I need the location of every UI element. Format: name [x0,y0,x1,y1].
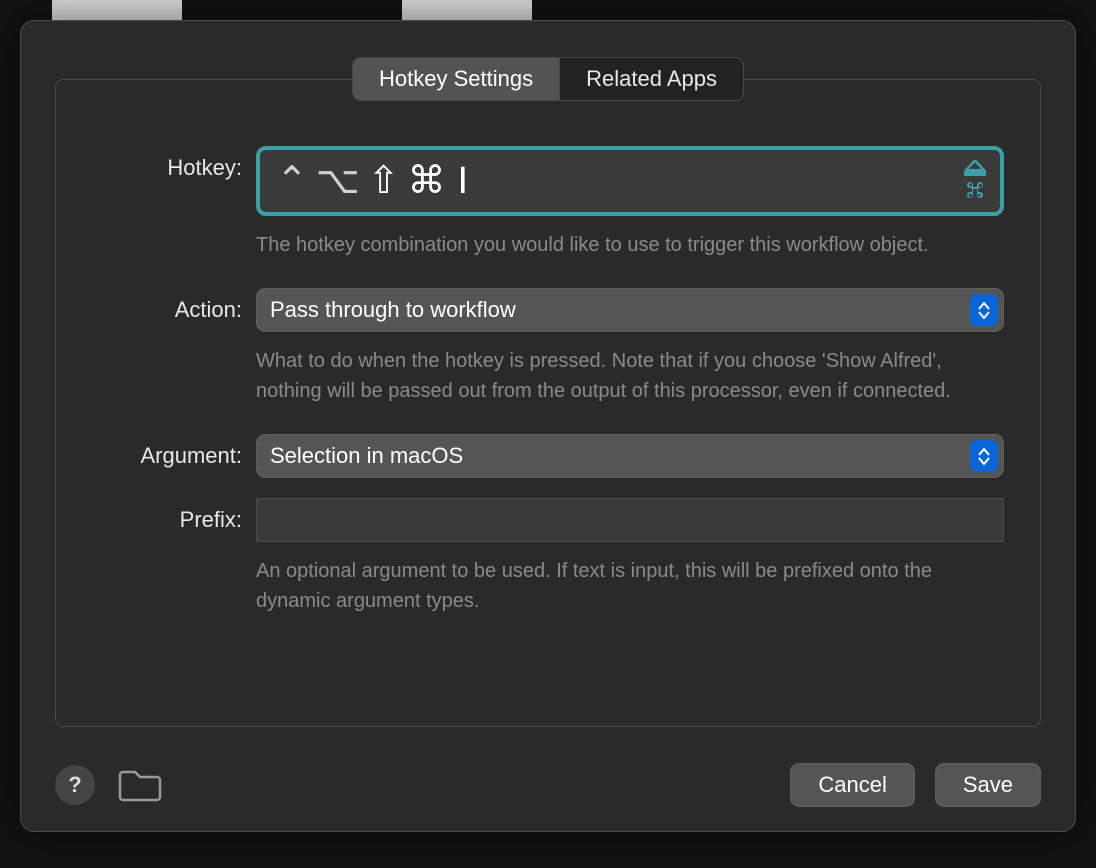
help-icon: ? [68,772,81,798]
action-label: Action: [92,288,256,332]
argument-select[interactable]: Selection in macOS [256,434,1004,478]
tab-related-apps[interactable]: Related Apps [559,58,743,100]
action-help-text: What to do when the hotkey is pressed. N… [256,346,1004,406]
hotkey-clear-button[interactable] [964,160,986,202]
argument-label: Argument: [92,434,256,478]
hotkey-key: I [457,160,468,203]
shift-key-icon: ⇧ [368,162,400,200]
cancel-button[interactable]: Cancel [790,763,914,807]
eject-icon [964,160,986,176]
updown-chevron-icon [970,294,998,326]
command-key-icon: ⌘ [407,162,445,200]
save-button[interactable]: Save [935,763,1041,807]
argument-select-value: Selection in macOS [270,443,463,469]
prefix-input[interactable] [256,498,1004,542]
prefix-label: Prefix: [92,498,256,542]
folder-icon [117,768,163,802]
action-select-value: Pass through to workflow [270,297,516,323]
tab-bar: Hotkey Settings Related Apps [352,57,744,101]
updown-chevron-icon [970,440,998,472]
action-select[interactable]: Pass through to workflow [256,288,1004,332]
control-key-icon: ⌃ [276,162,308,200]
settings-sheet: Hotkey Settings Related Apps Hotkey: ⌃ ⌥… [20,20,1076,832]
help-button[interactable]: ? [55,765,95,805]
tab-hotkey-settings[interactable]: Hotkey Settings [353,58,559,100]
hotkey-label: Hotkey: [92,146,256,190]
open-folder-button[interactable] [117,768,163,802]
hotkey-help-text: The hotkey combination you would like to… [256,230,1004,260]
command-small-icon [964,180,986,202]
footer-bar: ? Cancel Save [55,763,1041,807]
prefix-help-text: An optional argument to be used. If text… [256,556,1004,616]
hotkey-input[interactable]: ⌃ ⌥ ⇧ ⌘ I [256,146,1004,216]
settings-group: Hotkey: ⌃ ⌥ ⇧ ⌘ I The hotkey combination… [55,79,1041,727]
option-key-icon: ⌥ [316,162,360,200]
